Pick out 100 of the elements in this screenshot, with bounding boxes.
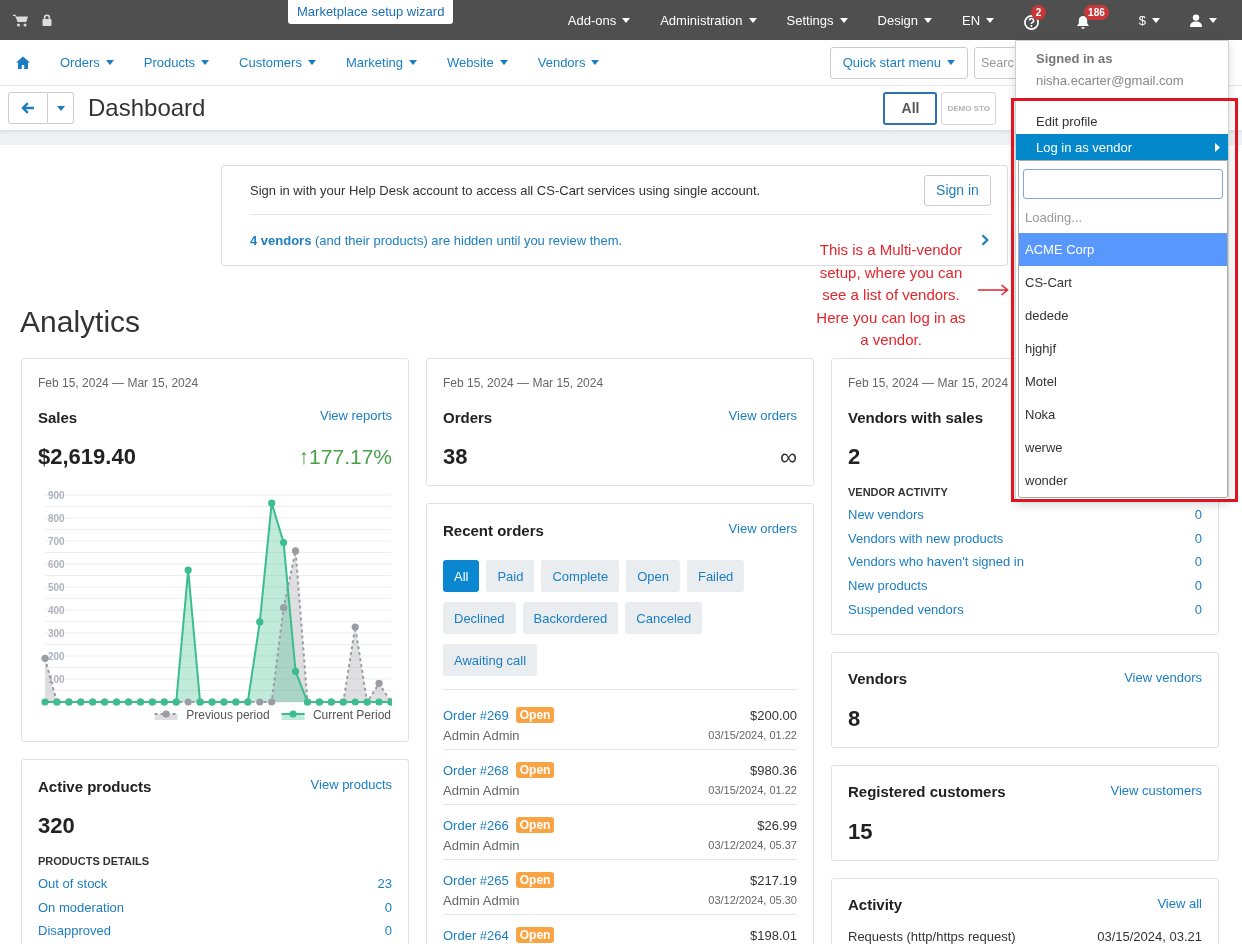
order-total: $198.01 <box>750 927 797 943</box>
detail-link[interactable]: Suspended vendors <box>848 597 964 622</box>
nav-menu-button[interactable]: Orders <box>45 42 129 83</box>
top-menu-button[interactable]: EN <box>947 0 1010 40</box>
axis-label: 600 <box>48 558 65 570</box>
nav-menu-button[interactable]: Marketing <box>330 42 432 83</box>
vendor-option[interactable]: ACME Corp <box>1019 233 1227 266</box>
vendor-option[interactable]: CS-Cart <box>1019 266 1227 299</box>
setup-wizard-tab[interactable]: Marketplace setup wizard <box>288 0 454 24</box>
vendor-option[interactable]: hjghjf <box>1019 332 1227 365</box>
card-link[interactable]: View orders <box>728 408 797 423</box>
home-icon[interactable] <box>16 56 30 69</box>
loading-text: Loading... <box>1024 209 1084 227</box>
nav-menu-button[interactable]: Products <box>128 42 225 83</box>
chevron-right-icon[interactable] <box>981 234 989 246</box>
card-title: Active products <box>38 777 152 795</box>
status-badge: Open <box>515 817 555 833</box>
status-filter-button[interactable]: Declined <box>443 602 516 634</box>
caret-icon <box>748 17 757 23</box>
detail-link[interactable]: New products <box>848 574 928 598</box>
order-link[interactable]: Order #268 <box>443 762 509 778</box>
order-link[interactable]: Order #264 <box>443 927 509 943</box>
detail-count[interactable]: 0 <box>1194 550 1202 575</box>
annotation-note: This is a Multi-vendor setup, where you can see a list of vendors. Here you can log in as a vendor. <box>815 240 967 351</box>
order-link[interactable]: Order #266 <box>443 817 509 833</box>
legend-swatch-icon <box>153 710 179 720</box>
card-link[interactable]: View customers <box>1110 782 1202 798</box>
detail-count[interactable]: 0 <box>384 895 392 920</box>
detail-link[interactable]: New vendors <box>848 503 924 527</box>
status-filter-button[interactable]: Awaiting call <box>443 644 538 676</box>
quick-start-button[interactable]: Quick start menu <box>829 46 968 79</box>
vendor-option[interactable]: werwe <box>1019 431 1227 464</box>
point <box>268 499 276 507</box>
order-link[interactable]: Order #269 <box>443 707 509 723</box>
legend-label: Current Period <box>312 707 391 722</box>
status-filter-button[interactable]: Canceled <box>625 602 703 634</box>
status-filter-button[interactable]: Failed <box>686 560 745 592</box>
top-menu-button[interactable]: Administration <box>645 0 772 40</box>
point <box>41 654 49 662</box>
dropdown-button[interactable] <box>48 92 74 124</box>
card-link[interactable]: View reports <box>320 408 392 423</box>
storefront-button[interactable]: All <box>883 91 938 125</box>
status-filter-button[interactable]: Backordered <box>522 602 619 634</box>
detail-link[interactable]: On moderation <box>38 895 124 920</box>
vendor-search-field[interactable] <box>1023 169 1223 199</box>
activity-time: 03/15/2024, 03.21 <box>1097 927 1202 944</box>
menu-item[interactable]: Log in as vendor <box>1016 134 1228 160</box>
cart-icon[interactable] <box>13 13 28 27</box>
caret-icon <box>622 17 631 23</box>
vendor-option[interactable]: wonder <box>1019 464 1227 497</box>
order-date: 03/15/2024, 01.22 <box>708 729 797 741</box>
stat-value: 2 <box>848 444 861 470</box>
nav-menu-button[interactable]: Vendors <box>522 42 615 83</box>
trend-symbol: ∞ <box>779 443 797 471</box>
card-link[interactable]: View vendors <box>1124 669 1202 685</box>
vendors-notice-link[interactable]: 4 vendors (and their products) are hidden until you review them. <box>250 232 623 248</box>
order-link[interactable]: Order #265 <box>443 872 509 888</box>
axis-label: 900 <box>48 489 65 501</box>
help-icon[interactable] <box>1024 14 1040 30</box>
vendor-option[interactable]: Noka <box>1019 398 1227 431</box>
bell-icon[interactable] <box>1076 14 1091 30</box>
vendor-option[interactable]: dedede <box>1019 299 1227 332</box>
vendor-option[interactable]: Motel <box>1019 365 1227 398</box>
detail-count[interactable]: 0 <box>1194 597 1202 622</box>
sign-in-button[interactable]: Sign in <box>924 174 991 206</box>
status-filter-button[interactable]: All <box>443 560 480 592</box>
lock-icon[interactable] <box>42 14 52 26</box>
axis-label: 400 <box>48 604 65 616</box>
top-menu-button[interactable]: Design <box>862 0 947 40</box>
card-link[interactable]: View all <box>1157 895 1202 911</box>
detail-link[interactable]: Vendors who haven't signed in <box>848 550 1024 575</box>
menu-item[interactable]: Edit profile <box>1016 108 1228 134</box>
caret-icon <box>591 60 600 65</box>
detail-link[interactable]: Out of stock <box>38 872 108 896</box>
detail-count[interactable]: 23 <box>377 872 392 896</box>
date-range: Feb 15, 2024 — Mar 15, 2024 <box>38 375 199 391</box>
top-menu-button[interactable]: Add-ons <box>552 0 646 40</box>
detail-count[interactable]: 0 <box>1194 574 1202 598</box>
top-menu-button[interactable]: $ <box>1123 0 1175 40</box>
activity-label: Requests (http/https request) <box>848 927 1016 944</box>
top-menu-button[interactable]: Settings <box>771 0 863 40</box>
card-link[interactable]: View orders <box>728 521 797 536</box>
user-icon[interactable] <box>1190 13 1202 27</box>
nav-menu-button[interactable]: Website <box>432 42 523 83</box>
card-link[interactable]: View products <box>310 777 392 792</box>
status-filter-button[interactable]: Open <box>626 560 680 592</box>
status-filter-button[interactable]: Paid <box>486 560 535 592</box>
caret-icon <box>409 60 417 65</box>
axis-label: 700 <box>48 535 65 547</box>
detail-link[interactable]: Disapproved <box>38 919 111 944</box>
detail-count[interactable]: 0 <box>384 919 392 944</box>
detail-count[interactable]: 0 <box>1194 503 1202 527</box>
back-button[interactable] <box>8 92 48 124</box>
status-filter-button[interactable]: Complete <box>541 560 620 592</box>
point <box>291 547 300 555</box>
detail-count[interactable]: 0 <box>1194 526 1202 551</box>
detail-link[interactable]: Vendors with new products <box>848 526 1004 551</box>
nav-menu-button[interactable]: Customers <box>224 42 331 83</box>
customer-name: Admin Admin <box>443 892 520 908</box>
change-percent: ↑177.17% <box>298 445 392 469</box>
